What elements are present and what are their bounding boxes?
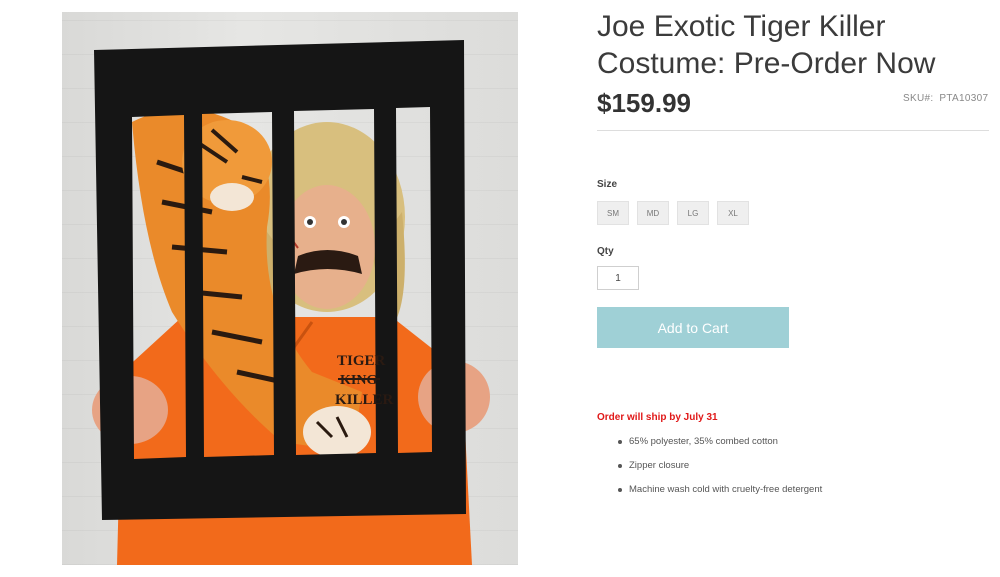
product-title: Joe Exotic Tiger Killer Costume: Pre-Ord… bbox=[597, 10, 936, 80]
size-option-md[interactable]: MD bbox=[637, 201, 669, 225]
sku-value: PTA10307 bbox=[939, 93, 989, 104]
size-option-xl[interactable]: XL bbox=[717, 201, 749, 225]
list-item: Zipper closure bbox=[597, 460, 822, 484]
size-option-lg[interactable]: LG bbox=[677, 201, 709, 225]
size-selector: SM MD LG XL bbox=[597, 201, 749, 225]
costume-photo-illustration: TIGER KING KILLER bbox=[92, 40, 490, 565]
list-item: Machine wash cold with cruelty-free dete… bbox=[597, 484, 822, 508]
product-price: $159.99 bbox=[597, 88, 691, 118]
add-to-cart-button[interactable]: Add to Cart bbox=[597, 307, 789, 348]
size-option-sm[interactable]: SM bbox=[597, 201, 629, 225]
jumpsuit-text-killer: KILLER bbox=[335, 392, 394, 408]
list-item: 65% polyester, 35% combed cotton bbox=[597, 436, 822, 460]
size-label: Size bbox=[597, 179, 618, 190]
jumpsuit-text-tiger: TIGER bbox=[337, 353, 386, 369]
quantity-input[interactable]: 1 bbox=[597, 266, 639, 290]
sku: SKU#: PTA10307 bbox=[903, 93, 988, 104]
qty-label: Qty bbox=[597, 246, 614, 257]
ship-notice: Order will ship by July 31 bbox=[597, 412, 718, 423]
product-details-list: 65% polyester, 35% combed cotton Zipper … bbox=[597, 436, 822, 508]
divider bbox=[597, 130, 989, 131]
sku-label: SKU#: bbox=[903, 93, 934, 104]
jumpsuit-text-king: KING bbox=[340, 373, 377, 388]
product-image[interactable]: TIGER KING KILLER bbox=[62, 12, 518, 565]
